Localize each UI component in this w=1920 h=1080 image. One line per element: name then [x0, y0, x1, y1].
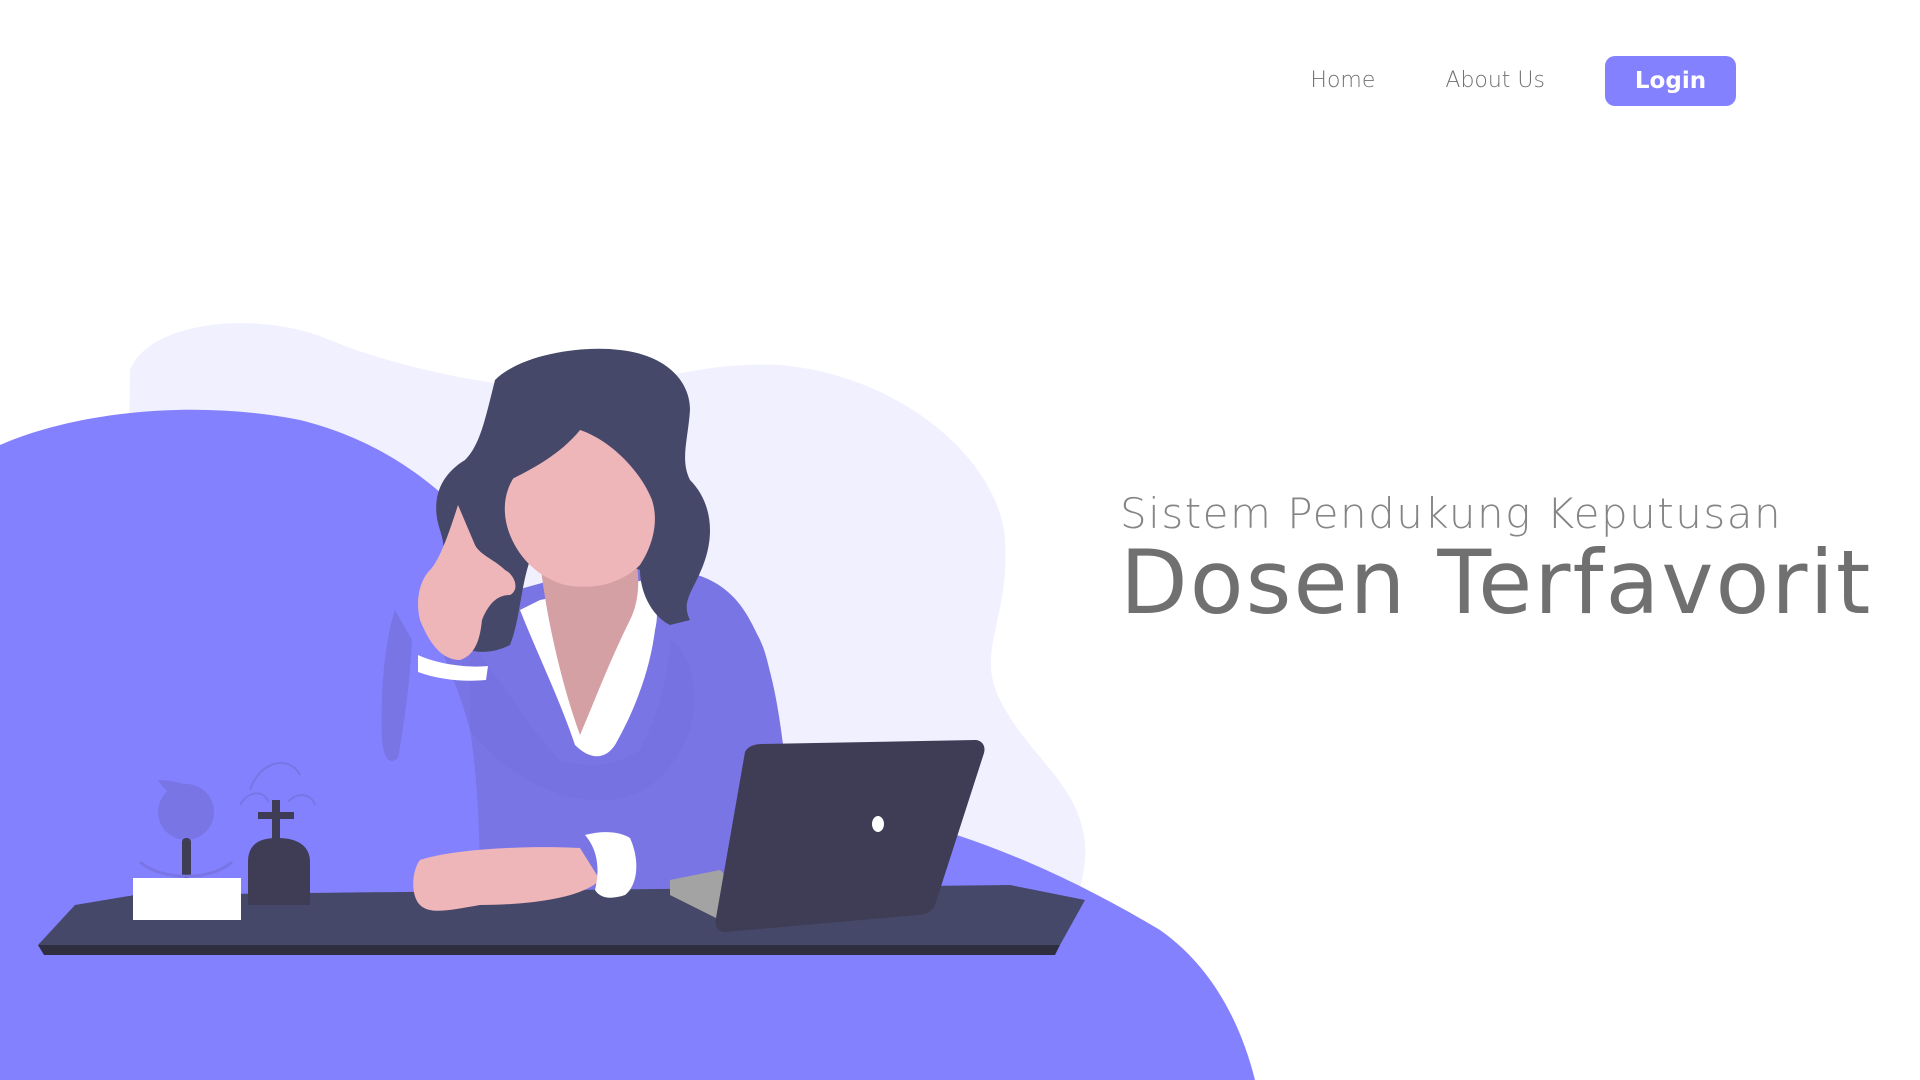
plant-stem [182, 838, 191, 878]
hero-text: Sistem Pendukung Keputusan Dosen Terfavo… [1120, 488, 1872, 628]
stamp-handle [272, 800, 280, 840]
desk-edge [38, 945, 1060, 955]
hero-title: Dosen Terfavorit [1120, 531, 1873, 634]
nav-home-link[interactable]: Home [1310, 56, 1375, 106]
stamp-cross [258, 812, 294, 819]
login-button[interactable]: Login [1605, 56, 1736, 106]
top-navigation: Home About Us Login [1310, 56, 1736, 106]
stamp-object [248, 838, 310, 905]
laptop-logo [872, 816, 884, 832]
note-block [133, 878, 241, 920]
nav-about-us-link[interactable]: About Us [1445, 56, 1545, 106]
landing-page: Home About Us Login Sistem Pendukung Kep… [0, 0, 1920, 1080]
